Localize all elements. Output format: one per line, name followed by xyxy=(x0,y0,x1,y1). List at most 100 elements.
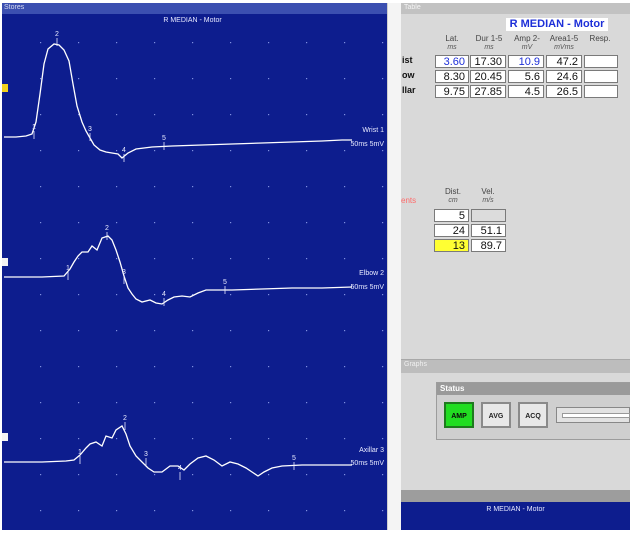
marker-label: 4 xyxy=(122,147,126,154)
grid-dot xyxy=(40,114,42,116)
grid-dot xyxy=(40,510,42,512)
marker-label: 2 xyxy=(55,31,59,38)
grid-dot xyxy=(230,186,232,188)
cell-dur[interactable]: 17.30 xyxy=(470,55,506,68)
grid-dot xyxy=(40,150,42,152)
trace-marker-handle[interactable] xyxy=(2,84,8,92)
grid-dot xyxy=(268,294,270,296)
grid-dot xyxy=(382,366,384,368)
grid-dot xyxy=(230,510,232,512)
avg-button[interactable]: AVG xyxy=(481,402,511,428)
grid-dot xyxy=(116,186,118,188)
grid-dot xyxy=(192,474,194,476)
grid-dot xyxy=(78,510,80,512)
col-unit-lat: ms xyxy=(447,44,457,51)
grid-dot xyxy=(306,42,308,44)
col-header-lat: Lat. xyxy=(445,34,459,43)
cell-dur[interactable]: 20.45 xyxy=(470,70,506,83)
grid-dot xyxy=(306,474,308,476)
grid-dot xyxy=(382,186,384,188)
marker-label: 3 xyxy=(144,451,148,458)
cell-amp[interactable]: 10.9 xyxy=(508,55,544,68)
cell-vel[interactable] xyxy=(471,209,506,222)
trace-markers: 1 2 3 4 5 1 2 3 4 5 1 2 3 4 5 xyxy=(32,31,296,480)
trace-marker-handle[interactable] xyxy=(2,433,8,441)
grid-dot xyxy=(268,258,270,260)
cell-dist[interactable]: 13 xyxy=(434,239,469,252)
grid-dot xyxy=(192,78,194,80)
cell-vel[interactable]: 89.7 xyxy=(471,239,506,252)
trace-marker-handle[interactable] xyxy=(2,258,8,266)
grid-dot xyxy=(382,402,384,404)
grid-dot xyxy=(40,474,42,476)
grid-dot xyxy=(154,42,156,44)
grid-dot xyxy=(116,510,118,512)
grid-dot xyxy=(382,294,384,296)
grid-dot xyxy=(382,330,384,332)
grid-dot xyxy=(306,330,308,332)
cell-resp[interactable] xyxy=(584,70,618,83)
grid-dot xyxy=(192,402,194,404)
marker-label: 5 xyxy=(162,135,166,142)
grid-dot xyxy=(192,42,194,44)
marker-label: 1 xyxy=(32,124,36,131)
cell-dist[interactable]: 5 xyxy=(434,209,469,222)
cell-lat[interactable]: 8.30 xyxy=(435,70,469,83)
grid-dot xyxy=(306,150,308,152)
table-title: R MEDIAN - Motor xyxy=(506,18,608,31)
grid-dot xyxy=(78,78,80,80)
grid-dot xyxy=(344,78,346,80)
marker-label: 5 xyxy=(223,279,227,286)
grid-dot xyxy=(344,42,346,44)
mini-panel-title: R MEDIAN - Motor xyxy=(486,506,545,513)
grid-dot xyxy=(268,330,270,332)
cell-area[interactable]: 26.5 xyxy=(546,85,582,98)
marker-label: 1 xyxy=(66,265,70,272)
cell-resp[interactable] xyxy=(584,85,618,98)
trace-label-axillar: Axillar 3 xyxy=(359,447,384,454)
grid-dot xyxy=(116,402,118,404)
grid-dot xyxy=(154,510,156,512)
cell-amp[interactable]: 4.5 xyxy=(508,85,544,98)
grid-dot xyxy=(40,330,42,332)
acq-button[interactable]: ACQ xyxy=(518,402,548,428)
left-panel-title: Stores xyxy=(4,4,25,11)
cell-vel[interactable]: 51.1 xyxy=(471,224,506,237)
grid-dot xyxy=(154,330,156,332)
grid-dot xyxy=(154,222,156,224)
grid-dot xyxy=(344,330,346,332)
cell-area[interactable]: 24.6 xyxy=(546,70,582,83)
panel-divider[interactable] xyxy=(387,3,402,530)
trace-elbow xyxy=(4,235,353,305)
grid-dot xyxy=(306,186,308,188)
amp-button[interactable]: AMP xyxy=(444,402,474,428)
grid-dot xyxy=(268,78,270,80)
cell-dur[interactable]: 27.85 xyxy=(470,85,506,98)
col-header-area: Area1-5 xyxy=(549,34,579,43)
marker-label: 2 xyxy=(105,225,109,232)
cell-lat[interactable]: 3.60 xyxy=(435,55,469,68)
grid-dot xyxy=(40,186,42,188)
status-header xyxy=(437,383,630,395)
grid-dot xyxy=(78,150,80,152)
grid-dot xyxy=(78,438,80,440)
cell-area[interactable]: 47.2 xyxy=(546,55,582,68)
grid-dot xyxy=(230,78,232,80)
marker-label: 3 xyxy=(122,269,126,276)
col-unit-area: mVms xyxy=(554,44,574,51)
row-label: ow xyxy=(402,70,415,80)
grid-dot xyxy=(154,258,156,260)
col-unit-dist: cm xyxy=(448,197,458,204)
grid-dot xyxy=(268,474,270,476)
marker-label: 3 xyxy=(88,126,92,133)
cell-amp[interactable]: 5.6 xyxy=(508,70,544,83)
grid-dot xyxy=(192,438,194,440)
cell-dist[interactable]: 24 xyxy=(434,224,469,237)
cell-resp[interactable] xyxy=(584,55,618,68)
col-header-dur: Dur 1-5 xyxy=(475,34,503,43)
grid-dot xyxy=(230,42,232,44)
grid-dot xyxy=(344,222,346,224)
grid-dot xyxy=(78,258,80,260)
grid-dot xyxy=(192,510,194,512)
cell-lat[interactable]: 9.75 xyxy=(435,85,469,98)
